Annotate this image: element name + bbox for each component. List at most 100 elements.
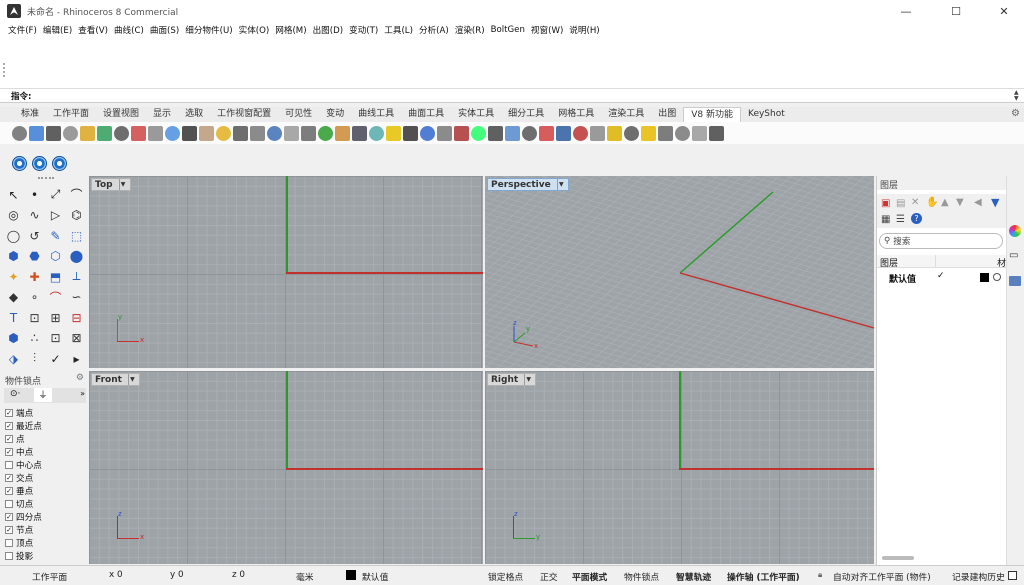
command-line[interactable]: 指令: ▲ ▼ <box>0 89 1024 103</box>
menu-analyze[interactable]: 分析(A) <box>416 24 452 36</box>
layer-color-swatch[interactable] <box>980 273 989 282</box>
checkbox[interactable]: ✓ <box>5 408 13 417</box>
viewport-top[interactable]: y x Top ▼ <box>89 176 483 368</box>
menu-surface[interactable]: 曲面(S) <box>147 24 182 36</box>
tab-transform[interactable]: 变动 <box>319 107 351 122</box>
osnap-toggle[interactable]: 物件锁点 <box>624 570 659 583</box>
toolbar-command-icon[interactable] <box>284 125 299 141</box>
menu-view[interactable]: 查看(V) <box>75 24 111 36</box>
toolbar-command-icon[interactable] <box>335 125 350 141</box>
command-history[interactable] <box>0 37 1024 89</box>
tab-set-view[interactable]: 设置视图 <box>96 107 146 122</box>
tab-select[interactable]: 选取 <box>178 107 210 122</box>
display-icon[interactable]: ▭ <box>1009 250 1018 261</box>
checkbox[interactable]: ✓ <box>5 447 13 456</box>
ortho-toggle[interactable]: 正交 <box>540 570 558 583</box>
tool-icon[interactable]: • <box>26 186 43 203</box>
osnap-item[interactable]: ✓ 垂点 <box>5 484 42 497</box>
grid-icon[interactable]: ▦ <box>881 214 890 225</box>
command-scroll-arrows[interactable]: ▲ ▼ <box>1014 90 1022 102</box>
tool-icon[interactable]: ◎ <box>5 207 22 224</box>
layer-row[interactable]: 默认值 ✓ <box>877 270 1007 285</box>
tool-icon[interactable]: ⊡ <box>26 309 43 326</box>
menu-curve[interactable]: 曲线(C) <box>111 24 147 36</box>
move-up-icon[interactable]: ▲ <box>941 197 949 208</box>
planar-toggle[interactable]: 平面模式 <box>572 570 607 583</box>
tool-icon[interactable]: ⊞ <box>47 309 64 326</box>
panel-toggle-icon[interactable] <box>1008 571 1017 580</box>
viewport-label[interactable]: Right ▼ <box>487 373 537 386</box>
toolbar-command-icon[interactable] <box>641 125 656 141</box>
toolbar-command-icon[interactable] <box>556 125 571 141</box>
filter-icon[interactable]: ⏚ <box>34 388 52 402</box>
viewport-label[interactable]: Front ▼ <box>91 373 140 386</box>
tool-icon[interactable]: ⟂ <box>68 268 85 285</box>
tool-icon[interactable]: ⬢ <box>5 330 22 347</box>
tool-icon[interactable]: ↺ <box>26 227 43 244</box>
toolbar-command-icon[interactable] <box>250 125 265 141</box>
toolbar-command-icon[interactable] <box>114 125 129 141</box>
chevron-down-icon[interactable]: ▼ <box>118 179 127 190</box>
tool-icon[interactable]: ⊟ <box>68 309 85 326</box>
units-label[interactable]: 毫米 <box>296 570 314 583</box>
viewport-label[interactable]: Perspective ▼ <box>487 178 569 191</box>
tool-icon[interactable]: ∽ <box>68 289 85 306</box>
toolbar-command-icon[interactable] <box>46 125 61 141</box>
toolbar-command-icon[interactable] <box>29 125 44 141</box>
drag-handle[interactable] <box>3 63 5 77</box>
tool-icon[interactable]: ✓ <box>47 350 64 367</box>
toolbar-command-icon[interactable] <box>692 125 707 141</box>
tab-surface-tools[interactable]: 曲面工具 <box>401 107 451 122</box>
tool-icon[interactable]: ◆ <box>5 289 22 306</box>
material-icon[interactable] <box>993 273 1001 281</box>
menu-transform[interactable]: 变动(T) <box>346 24 381 36</box>
toolbar-command-icon[interactable] <box>233 125 248 141</box>
tool-icon[interactable]: ↖ <box>5 186 22 203</box>
toolbar-command-icon[interactable] <box>80 125 95 141</box>
tool-icon[interactable]: ⊠ <box>68 330 85 347</box>
toolbar-command-icon[interactable] <box>97 125 112 141</box>
tab-v8-new[interactable]: V8 新功能 <box>683 107 741 122</box>
viewport-front[interactable]: z x Front ▼ <box>89 371 483 564</box>
tool-icon[interactable]: ⬡ <box>47 248 64 265</box>
layer-search-input[interactable]: ⚲ 搜索 <box>879 233 1003 249</box>
checkbox[interactable]: ✓ <box>5 434 13 443</box>
toolbar-command-icon[interactable] <box>488 125 503 141</box>
tab-render-tools[interactable]: 渲染工具 <box>601 107 651 122</box>
tool-icon[interactable]: ⬒ <box>47 268 64 285</box>
osnap-item[interactable]: ✓ 交点 <box>5 471 42 484</box>
tab-solid-tools[interactable]: 实体工具 <box>451 107 501 122</box>
menu-dimension[interactable]: 出图(D) <box>310 24 347 36</box>
render-ring-icon[interactable] <box>52 155 67 171</box>
toolbar-command-icon[interactable] <box>301 125 316 141</box>
viewport-label[interactable]: Top ▼ <box>91 178 131 191</box>
tool-icon[interactable]: ⬢ <box>5 248 22 265</box>
toolbar-command-icon[interactable] <box>352 125 367 141</box>
move-out-icon[interactable]: ◀ <box>974 197 982 208</box>
tool-icon[interactable]: ▷ <box>47 207 64 224</box>
toolbar-command-icon[interactable] <box>216 125 231 141</box>
menu-boltgen[interactable]: BoltGen <box>488 25 528 35</box>
osnap-item[interactable]: ✓ 中点 <box>5 445 42 458</box>
toolbar-command-icon[interactable] <box>165 125 180 141</box>
tool-icon[interactable]: ⬣ <box>26 248 43 265</box>
tool-icon[interactable]: ⤢ <box>47 186 64 203</box>
tab-curve-tools[interactable]: 曲线工具 <box>351 107 401 122</box>
menu-file[interactable]: 文件(F) <box>5 24 40 36</box>
filter-icon[interactable]: ▼ <box>991 196 999 209</box>
checkbox[interactable]: ✓ <box>5 473 13 482</box>
toolbar-command-icon[interactable] <box>522 125 537 141</box>
gear-icon[interactable]: ⚙ <box>1011 108 1020 119</box>
tool-icon[interactable]: ▸ <box>68 350 85 367</box>
osnap-item[interactable]: 切点 <box>5 497 42 510</box>
help-icon[interactable]: ? <box>911 213 922 224</box>
menu-help[interactable]: 说明(H) <box>566 24 602 36</box>
osnap-item[interactable]: 顶点 <box>5 536 42 549</box>
render-ring-icon[interactable] <box>12 155 27 171</box>
image-icon[interactable] <box>1009 276 1021 286</box>
tool-icon[interactable]: ✚ <box>26 268 43 285</box>
menu-subd[interactable]: 细分物件(U) <box>182 24 235 36</box>
history-toggle[interactable]: 记录建构历史 <box>952 570 1006 583</box>
checkbox[interactable]: ✓ <box>5 421 13 430</box>
color-wheel-icon[interactable] <box>1009 225 1021 237</box>
